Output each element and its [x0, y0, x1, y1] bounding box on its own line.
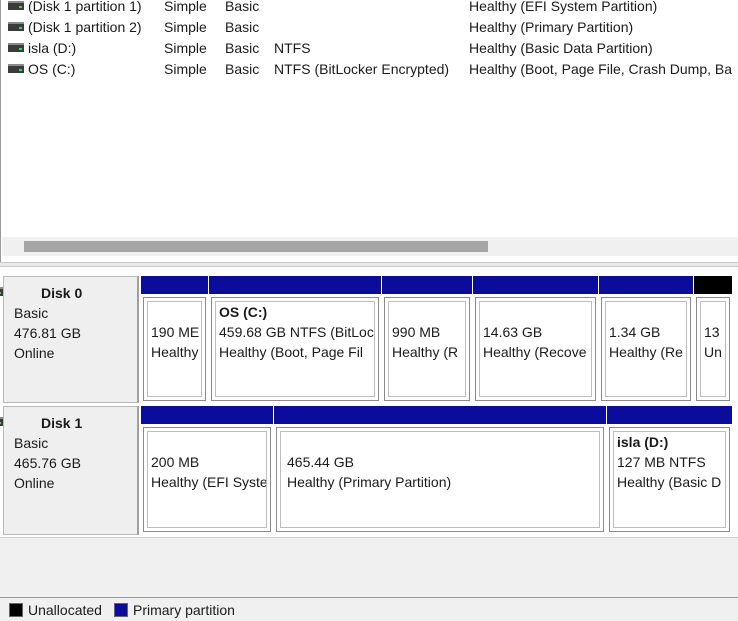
volume-type: Basic: [225, 19, 260, 35]
partition-status: Healthy (Primary Partition): [287, 474, 452, 490]
partition-unallocated[interactable]: 13 Un: [694, 276, 732, 403]
partition-status: Healthy (EFI Syste: [151, 474, 266, 490]
horizontal-scrollbar[interactable]: [2, 237, 738, 256]
disk-title-row: Disk 0: [0, 283, 137, 303]
disk-title-row: Disk 1: [0, 413, 137, 433]
partition[interactable]: 990 MB Healthy (R: [382, 276, 472, 403]
partition-size: 14.63 GB: [483, 324, 543, 340]
partition[interactable]: 465.44 GB Healthy (Primary Partition): [274, 406, 606, 534]
drive-icon: [8, 64, 24, 73]
partition-status: Healthy (Boot, Page Fil: [219, 344, 363, 360]
volume-status: Healthy (Boot, Page File, Crash Dump, Ba: [469, 61, 733, 77]
volume-status: Healthy (Primary Partition): [469, 19, 634, 35]
volume-status: Healthy (EFI System Partition): [469, 0, 658, 14]
drive-icon: [8, 43, 24, 52]
partition-bar: [382, 276, 472, 294]
legend-unallocated: Unallocated: [9, 601, 102, 619]
volume-layout: Simple: [164, 19, 207, 35]
disk-row-1: Disk 1 Basic 465.76 GB Online 200 MB Hea…: [0, 406, 738, 535]
legend-label: Unallocated: [28, 602, 102, 618]
partition-status: Healthy (R: [392, 344, 459, 360]
partition[interactable]: 1.34 GB Healthy (Re: [599, 276, 693, 403]
scrollbar-thumb[interactable]: [24, 241, 488, 252]
partition-bar: [209, 276, 381, 294]
partition-size: 190 ME: [151, 324, 200, 340]
disk-title: Disk 1: [41, 415, 83, 431]
partition-status: Healthy (Re: [609, 344, 683, 360]
volume-name: isla (D:): [28, 40, 77, 56]
partition-bar: [599, 276, 693, 294]
partition-size: 990 MB: [392, 324, 441, 340]
volume-row[interactable]: (Disk 1 partition 1) Simple Basic Health…: [1, 0, 738, 17]
partition-size: 13: [704, 324, 720, 340]
volume-layout: Simple: [164, 61, 207, 77]
partition-size: 459.68 GB NTFS (BitLoc: [219, 324, 374, 340]
volume-name: (Disk 1 partition 1): [28, 0, 142, 14]
partition-status: Healthy: [151, 344, 199, 360]
disk-view: Disk 0 Basic 476.81 GB Online 190 ME Hea…: [0, 267, 738, 597]
partition[interactable]: 200 MB Healthy (EFI Syste: [141, 406, 273, 534]
legend-swatch-unallocated: [9, 603, 23, 617]
volume-type: Basic: [225, 40, 260, 56]
legend: Unallocated Primary partition: [0, 597, 738, 621]
disk-view-empty-area: [0, 537, 738, 597]
disk-label[interactable]: Disk 0 Basic 476.81 GB Online: [0, 276, 139, 403]
drive-icon: [8, 22, 24, 31]
legend-swatch-primary: [114, 603, 128, 617]
disk-type: Basic: [14, 435, 49, 451]
partition-status: Healthy (Recove: [483, 344, 587, 360]
partition-bar: [473, 276, 598, 294]
partition[interactable]: isla (D:) 127 MB NTFS Healthy (Basic D: [607, 406, 732, 534]
volume-layout: Simple: [164, 0, 207, 14]
volume-row[interactable]: OS (C:) Simple Basic NTFS (BitLocker Enc…: [1, 59, 738, 80]
legend-label: Primary partition: [133, 602, 235, 618]
partition-size: 465.44 GB: [287, 454, 354, 470]
disk-state: Online: [14, 345, 55, 361]
disk-state: Online: [14, 475, 55, 491]
partition-volume-name: OS (C:): [219, 304, 268, 320]
disk-row-0: Disk 0 Basic 476.81 GB Online 190 ME Hea…: [0, 276, 738, 403]
disk-title: Disk 0: [41, 285, 83, 301]
partition[interactable]: 190 ME Healthy: [141, 276, 208, 403]
volume-type: Basic: [225, 0, 260, 14]
partition-bar: [607, 406, 732, 424]
drive-icon: [0, 417, 3, 426]
partition-volume-name: isla (D:): [617, 434, 669, 450]
partition-size: 200 MB: [151, 454, 200, 470]
disk-type: Basic: [14, 305, 49, 321]
volume-layout: Simple: [164, 40, 207, 56]
disk-size: 476.81 GB: [14, 325, 81, 341]
volume-name: (Disk 1 partition 2): [28, 19, 142, 35]
partition-bar: [141, 276, 208, 294]
disk-size: 465.76 GB: [14, 455, 81, 471]
volume-row[interactable]: isla (D:) Simple Basic NTFS Healthy (Bas…: [1, 38, 738, 59]
volume-type: Basic: [225, 61, 260, 77]
volume-row[interactable]: (Disk 1 partition 2) Simple Basic Health…: [1, 17, 738, 38]
partition-size: 127 MB NTFS: [617, 454, 706, 470]
partition[interactable]: OS (C:) 459.68 GB NTFS (BitLoc Healthy (…: [209, 276, 381, 403]
disk-label[interactable]: Disk 1 Basic 465.76 GB Online: [0, 406, 139, 535]
partition-status: Un: [704, 344, 722, 360]
partition-size: 1.34 GB: [609, 324, 661, 340]
drive-icon: [0, 287, 3, 296]
legend-primary-partition: Primary partition: [114, 601, 235, 619]
partition-bar: [141, 406, 273, 424]
partition[interactable]: 14.63 GB Healthy (Recove: [473, 276, 598, 403]
partition-bar: [274, 406, 606, 424]
volume-list[interactable]: (Disk 1 partition 1) Simple Basic Health…: [0, 0, 738, 262]
drive-icon: [8, 1, 24, 10]
partition-status: Healthy (Basic D: [617, 474, 722, 490]
volume-status: Healthy (Basic Data Partition): [469, 40, 653, 56]
volume-file-system: NTFS (BitLocker Encrypted): [274, 61, 450, 77]
unallocated-bar: [694, 276, 732, 294]
volume-file-system: NTFS: [274, 40, 311, 56]
volume-name: OS (C:): [28, 61, 76, 77]
